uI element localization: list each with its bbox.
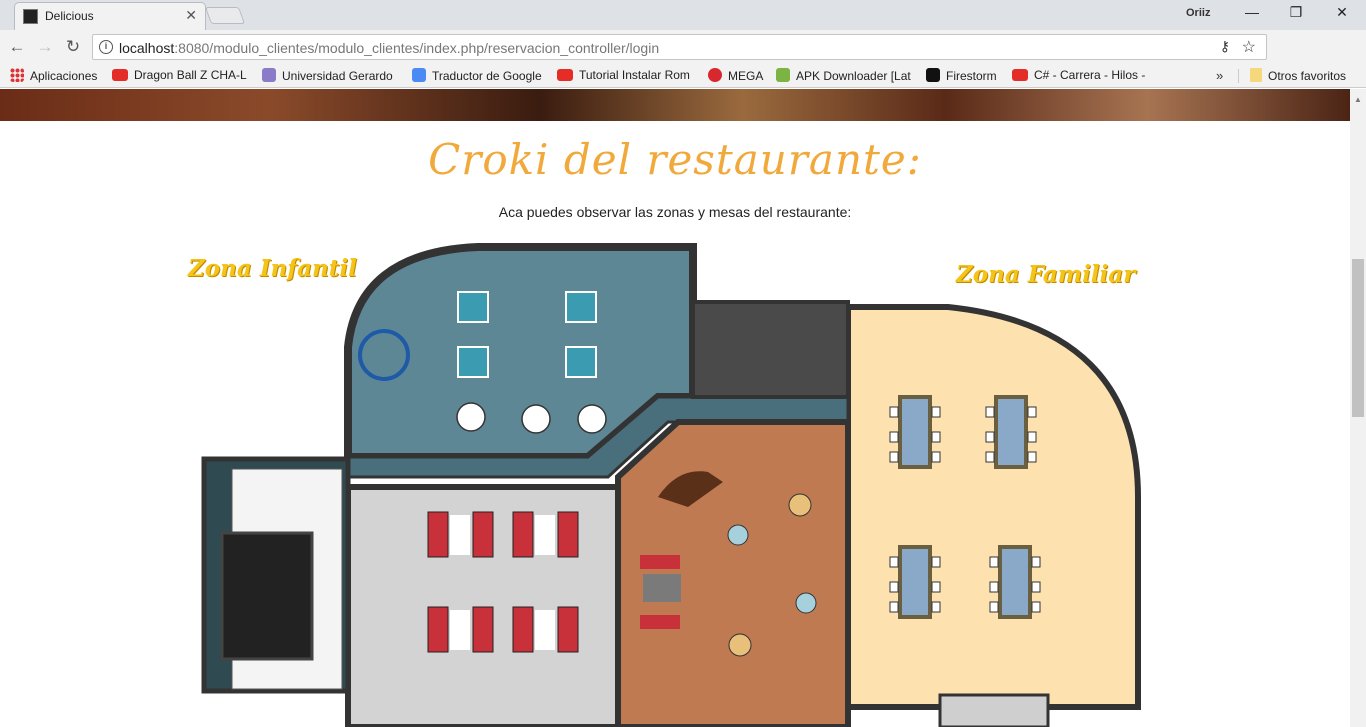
new-tab-button[interactable] bbox=[204, 7, 246, 24]
apps-grid-icon bbox=[10, 68, 24, 82]
google-translate-icon bbox=[412, 68, 426, 82]
university-icon bbox=[262, 68, 276, 82]
bookmark-item[interactable]: MEGA bbox=[708, 68, 763, 84]
tab-strip: Delicious ✕ Oriiz — ❐ ✕ bbox=[0, 0, 1366, 30]
bookmark-item[interactable]: C# - Carrera - Hilos - bbox=[1012, 68, 1145, 84]
bookmark-label: Firestorm bbox=[946, 69, 997, 83]
site-favicon-icon bbox=[23, 9, 38, 24]
bookmark-item[interactable]: Universidad Gerardo bbox=[262, 68, 393, 84]
bookmark-item[interactable]: APK Downloader [Lat bbox=[776, 68, 911, 84]
bookmark-label: Tutorial Instalar Rom bbox=[579, 68, 690, 82]
forward-button[interactable]: → bbox=[34, 37, 56, 57]
zone-familiar-label: Zona Familiar bbox=[956, 261, 1136, 288]
firestorm-icon bbox=[926, 68, 940, 82]
browser-toolbar: ← → ↻ i localhost:8080/modulo_clientes/m… bbox=[0, 30, 1366, 89]
folder-icon bbox=[1250, 68, 1262, 82]
tab-title: Delicious bbox=[45, 9, 94, 23]
restaurant-floor-plan: Zona Infantil Zona Familiar bbox=[188, 237, 1148, 727]
key-icon[interactable]: ⚷ bbox=[1220, 38, 1230, 55]
back-button[interactable]: ← bbox=[6, 37, 28, 57]
url-text[interactable]: localhost:8080/modulo_clientes/modulo_cl… bbox=[119, 40, 659, 56]
page-content: Croki del restaurante: Aca puedes observ… bbox=[0, 89, 1350, 727]
bookmarks-bar: Aplicaciones Dragon Ball Z CHA-L Univers… bbox=[0, 64, 1366, 88]
bookmark-label: Otros favoritos bbox=[1268, 69, 1347, 83]
reload-button[interactable]: ↻ bbox=[62, 37, 84, 57]
url-host: localhost bbox=[119, 40, 175, 56]
bookmark-label: APK Downloader [Lat bbox=[796, 69, 911, 83]
site-info-icon[interactable]: i bbox=[99, 40, 113, 54]
close-window-button[interactable]: ✕ bbox=[1322, 4, 1362, 24]
bookmark-item[interactable]: Dragon Ball Z CHA-L bbox=[112, 68, 247, 84]
bookmark-item[interactable]: Firestorm bbox=[926, 68, 997, 84]
mega-icon bbox=[708, 68, 722, 82]
bookmark-label: Aplicaciones bbox=[30, 69, 98, 83]
bookmark-label: Dragon Ball Z CHA-L bbox=[134, 68, 247, 82]
tab-delicious[interactable]: Delicious ✕ bbox=[14, 2, 206, 30]
url-path: :8080/modulo_clientes/modulo_clientes/in… bbox=[174, 40, 660, 56]
youtube-icon bbox=[112, 69, 128, 81]
page-title: Croki del restaurante: bbox=[428, 135, 922, 184]
floor-plan-drawing bbox=[201, 243, 1141, 727]
bookmarks-divider bbox=[1238, 69, 1239, 83]
bookmarks-overflow-button[interactable]: » bbox=[1216, 68, 1223, 83]
zone-infantil-label: Zona Infantil bbox=[188, 255, 357, 282]
android-icon bbox=[776, 68, 790, 82]
tab-close-icon[interactable]: ✕ bbox=[185, 7, 197, 24]
bookmark-item[interactable]: Tutorial Instalar Rom bbox=[557, 68, 690, 84]
bookmark-label: MEGA bbox=[728, 69, 764, 83]
bookmark-item[interactable]: Traductor de Google bbox=[412, 68, 542, 84]
scroll-up-arrow-icon[interactable]: ▲ bbox=[1354, 95, 1362, 104]
page-scrollbar[interactable]: ▲ bbox=[1350, 89, 1366, 727]
bookmark-apps[interactable]: Aplicaciones bbox=[10, 68, 97, 84]
bookmark-other-folder[interactable]: Otros favoritos bbox=[1250, 68, 1346, 84]
scrollbar-thumb[interactable] bbox=[1352, 259, 1364, 417]
hero-banner-image bbox=[0, 89, 1350, 121]
profile-name[interactable]: Oriiz bbox=[1186, 7, 1210, 19]
bookmark-label: C# - Carrera - Hilos - bbox=[1034, 68, 1146, 82]
page-subtitle: Aca puedes observar las zonas y mesas de… bbox=[498, 204, 852, 220]
bookmark-star-icon[interactable]: ☆ bbox=[1242, 37, 1256, 57]
minimize-button[interactable]: — bbox=[1232, 4, 1272, 24]
youtube-icon bbox=[557, 69, 573, 81]
bookmark-label: Universidad Gerardo bbox=[282, 69, 393, 83]
restore-button[interactable]: ❐ bbox=[1276, 4, 1316, 24]
youtube-icon bbox=[1012, 69, 1028, 81]
bookmark-label: Traductor de Google bbox=[432, 69, 542, 83]
address-bar[interactable]: i localhost:8080/modulo_clientes/modulo_… bbox=[92, 34, 1267, 60]
